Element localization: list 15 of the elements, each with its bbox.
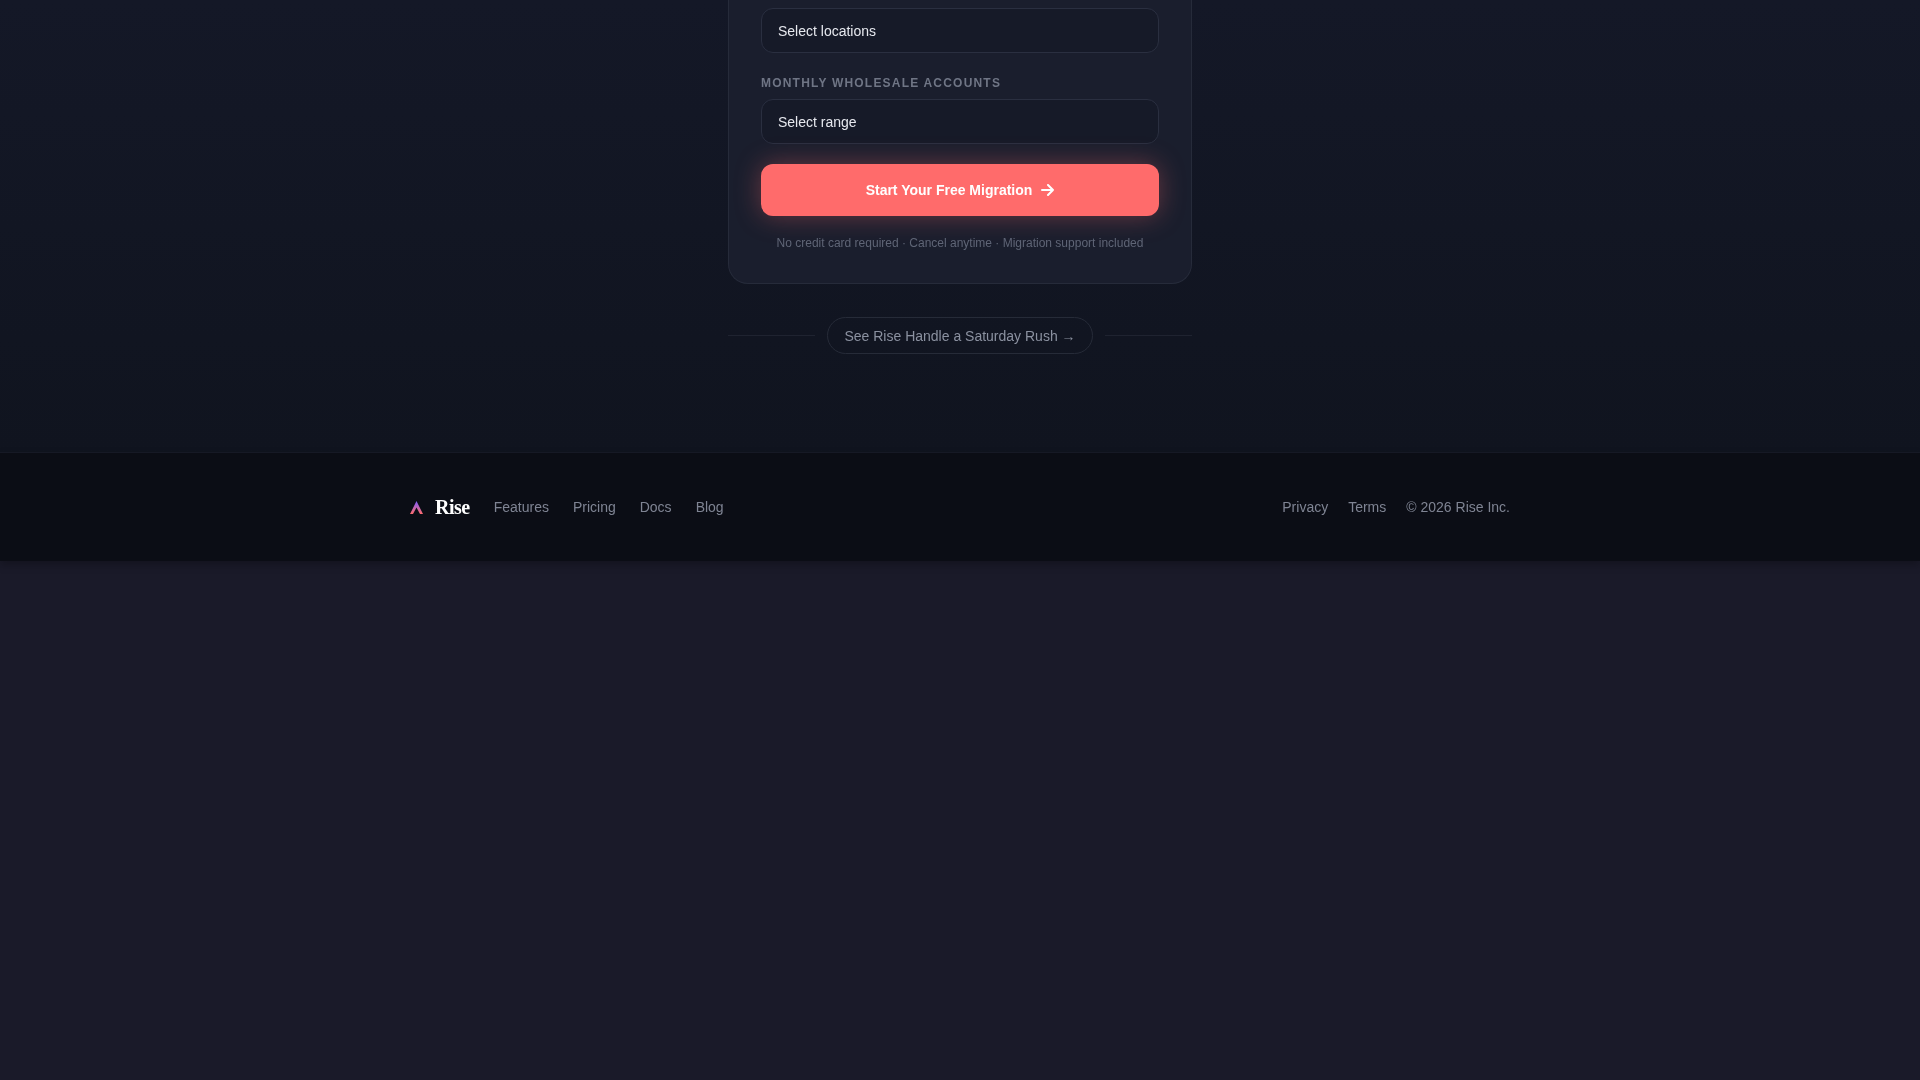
start-migration-button[interactable]: Start Your Free Migration [761,164,1159,216]
brand-name: Rise [435,495,470,520]
select-field[interactable]: Select locations [761,8,1159,53]
footer-link[interactable]: Docs [639,497,672,517]
footer-link[interactable]: Features [493,497,549,517]
fine-print: No credit card required · Cancel anytime · Migration support included [775,235,1145,251]
footer-link[interactable]: Pricing [572,497,616,517]
copyright-text: © 2026 Rise Inc. [1406,498,1510,517]
logo-icon [410,500,423,514]
footer-link[interactable]: Privacy [1282,497,1329,517]
arrow-right-icon [1041,184,1055,196]
footer-link[interactable]: Terms [1348,497,1387,517]
select-field[interactable]: Select range [761,99,1159,144]
field-label: MONTHLY WHOLESALE ACCOUNTS [761,75,1003,91]
footer-link[interactable]: Blog [695,497,724,517]
